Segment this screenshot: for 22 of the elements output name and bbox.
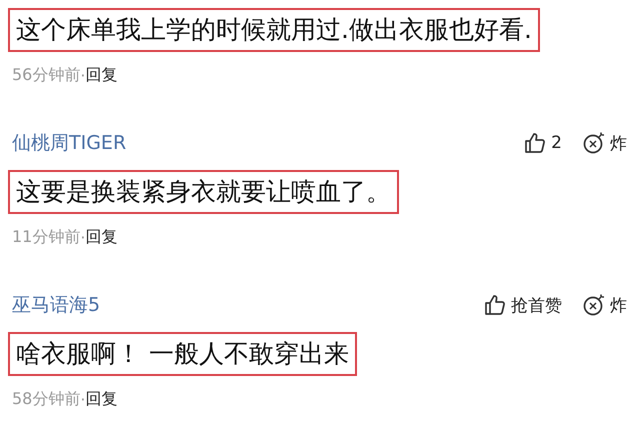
reply-link[interactable]: 回复 [85, 226, 118, 248]
comment-text: 这要是换装紧身衣就要让喷血了。 [8, 170, 399, 214]
bomb-icon[interactable] [582, 293, 606, 317]
like-count[interactable]: 2 [551, 133, 562, 153]
reply-link[interactable]: 回复 [85, 64, 118, 86]
bomb-icon[interactable] [582, 131, 606, 155]
like-count[interactable]: 抢首赞 [511, 294, 562, 316]
separator-dot: · [80, 66, 86, 84]
bomb-label[interactable]: 炸 [610, 132, 627, 154]
comment-time: 58分钟前 [12, 388, 80, 410]
comment-time: 56分钟前 [12, 64, 80, 86]
separator-dot: · [80, 228, 86, 246]
comment-text: 这个床单我上学的时候就用过.做出衣服也好看. [8, 8, 540, 52]
username[interactable]: 巫马语海5 [8, 292, 100, 318]
separator-dot: · [80, 390, 86, 408]
thumbs-up-icon[interactable] [523, 131, 548, 155]
comment-time: 11分钟前 [12, 226, 80, 248]
comment-text: 啥衣服啊！ 一般人不敢穿出来 [8, 332, 357, 376]
username[interactable]: 仙桃周TIGER [8, 130, 126, 156]
thumbs-up-icon[interactable] [483, 293, 507, 317]
reply-link[interactable]: 回复 [85, 388, 118, 410]
bomb-label[interactable]: 炸 [610, 294, 627, 316]
